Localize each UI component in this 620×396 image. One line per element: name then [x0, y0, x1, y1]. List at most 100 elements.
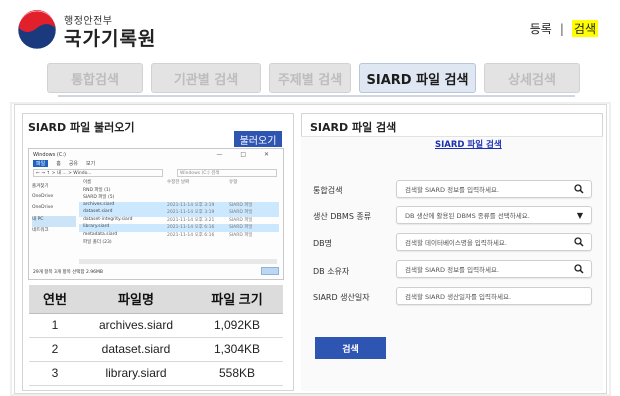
nav-item: 네트워크 — [32, 228, 49, 233]
row-type: SIARD 파일 — [229, 210, 253, 215]
search-icon[interactable] — [574, 264, 584, 274]
cell-no: 2 — [29, 337, 81, 362]
row-date: 2021-11-14 오후 6:16 — [167, 232, 215, 238]
cell-no: 3 — [29, 361, 81, 386]
row-date: 2021-11-14 오후 3:21 — [167, 217, 215, 223]
col-name: 이름 — [83, 180, 92, 185]
siard-search-link[interactable]: SIARD 파일 검색 — [435, 138, 502, 150]
row-date: 2021-11-14 오후 6:16 — [167, 225, 215, 230]
ribbon-home: 홈 — [56, 161, 61, 167]
field-label-dbms: 생산 DBMS 종류 — [313, 212, 372, 221]
explorer-row: metadata.siard 2021-11-14 오후 6:16 SIARD 파일 — [79, 232, 279, 240]
explorer-search-box: Windows (C:) 검색 — [177, 169, 277, 177]
row-type: SIARD 파일 — [229, 225, 253, 230]
field-label-dbname: DB명 — [313, 239, 333, 248]
explorer-row: dataset-integrity.siard 2021-11-14 오후 3:2… — [79, 217, 279, 225]
tab-siard-search[interactable]: SIARD 파일 검색 — [359, 63, 476, 93]
file-explorer-screenshot: Windows (C:) — □ ✕ 파일 홈 공유 보기 ← → ↑ > 내 … — [28, 148, 284, 280]
search-button[interactable]: 검색 — [315, 337, 386, 359]
row-type: SIARD 파일 — [229, 217, 253, 223]
row-name: archives.siard — [83, 201, 115, 207]
field-label-date: SIARD 생산일자 — [313, 293, 370, 302]
explorer-row: archives.siard 2021-11-14 오후 3:19 SIARD 파일 — [79, 201, 279, 209]
ribbon-file: 파일 — [33, 160, 49, 167]
tab-agency-search[interactable]: 기관별 검색 — [151, 63, 261, 93]
cell-filename: archives.siard — [81, 313, 191, 338]
row-name: dataset.siard — [83, 209, 113, 214]
explorer-row: SIARD 파일 (5) — [79, 194, 279, 202]
cell-filesize: 558KB — [191, 361, 283, 386]
tab-detailed-search[interactable]: 상세검색 — [484, 63, 580, 93]
db-owner-input[interactable]: 검색할 SIARD 정보를 입력하세요. — [396, 260, 592, 278]
register-link[interactable]: 등록 — [530, 20, 552, 37]
db-name-placeholder: 검색할 데이터베이스명을 입력하세요. — [405, 239, 507, 247]
header-filename: 파일명 — [81, 285, 191, 314]
row-name: SIARD 파일 (5) — [83, 195, 115, 200]
load-button[interactable]: 불러오기 — [234, 131, 282, 147]
row-name: dataset-integrity.siard — [83, 216, 133, 222]
row-name: 파일 폴더 (23) — [83, 240, 112, 245]
header-no: 연번 — [29, 285, 81, 314]
top-links-separator: | — [559, 21, 564, 36]
explorer-row: dataset.siard 2021-11-14 오후 3:19 SIARD 파일 — [79, 209, 279, 217]
search-tabs: 통합검색 기관별 검색 주제별 검색 SIARD 파일 검색 상세검색 — [47, 63, 588, 93]
explorer-address-bar: ← → ↑ > 내 ... > Windo... — [33, 169, 163, 177]
org-archive-title[interactable]: 국가기록원 — [64, 24, 156, 51]
row-type: SIARD 파일 — [229, 232, 253, 238]
header-filesize: 파일 크기 — [191, 285, 283, 314]
siard-search-title: SIARD 파일 검색 — [310, 121, 397, 134]
explorer-status-bar: 29개 항목 3개 항목 선택함 2.96MB — [33, 270, 103, 275]
field-label-integrated: 통합검색 — [313, 186, 343, 195]
nav-item: OneDrive — [32, 194, 54, 199]
siard-load-title: SIARD 파일 불러오기 — [28, 121, 135, 134]
search-icon[interactable] — [574, 184, 584, 194]
cell-filesize: 1,092KB — [191, 313, 283, 338]
row-type: SIARD 파일 — [229, 202, 253, 208]
cell-filename: dataset.siard — [81, 337, 191, 362]
explorer-window-buttons: — □ ✕ — [216, 151, 277, 158]
cell-filename: library.siard — [81, 361, 191, 386]
nav-item: 즐겨찾기 — [32, 184, 49, 189]
siard-date-placeholder: 검색할 SIARD 생산일자를 입력하세요. — [405, 293, 512, 301]
explorer-scrollbar — [79, 259, 277, 264]
explorer-ribbon: 파일 홈 공유 보기 — [33, 160, 103, 167]
row-name: library.siard — [83, 224, 110, 229]
nav-item: 내 PC — [32, 216, 76, 227]
explorer-header-row: 이름 수정한 날짜 유형 — [79, 179, 279, 187]
explorer-view-buttons — [261, 267, 279, 275]
col-type: 유형 — [229, 180, 238, 185]
search-link[interactable]: 검색 — [571, 20, 598, 37]
integrated-search-placeholder: 검색할 SIARD 정보를 입력하세요. — [405, 186, 500, 194]
dbms-type-placeholder: DB 생산에 활용된 DBMS 종류를 선택하세요. — [405, 212, 530, 220]
db-name-input[interactable]: 검색할 데이터베이스명을 입력하세요. — [396, 233, 592, 251]
table-row[interactable]: 1 archives.siard 1,092KB — [29, 313, 283, 338]
chevron-down-icon[interactable]: ▼ — [577, 211, 583, 220]
field-label-owner: DB 소유자 — [313, 267, 350, 276]
logo-icon — [17, 10, 57, 50]
row-name: metadata.siard — [83, 231, 118, 237]
file-table: 연번 파일명 파일 크기 1 archives.siard 1,092KB 2 … — [29, 285, 283, 386]
tab-integrated-search[interactable]: 통합검색 — [47, 63, 143, 93]
row-date: 2021-11-14 오후 3:19 — [167, 202, 215, 208]
explorer-row: library.siard 2021-11-14 오후 6:16 SIARD 파일 — [79, 224, 279, 232]
explorer-row: 파일 폴더 (23) — [79, 239, 279, 247]
cell-no: 1 — [29, 313, 81, 338]
siard-date-input[interactable]: 검색할 SIARD 생산일자를 입력하세요. — [396, 287, 592, 305]
table-row[interactable]: 2 dataset.siard 1,304KB — [29, 337, 283, 362]
dbms-type-select[interactable]: DB 생산에 활용된 DBMS 종류를 선택하세요. ▼ — [396, 206, 592, 224]
ribbon-share: 공유 — [68, 161, 79, 167]
table-header-row: 연번 파일명 파일 크기 — [29, 285, 283, 314]
explorer-file-list: 이름 수정한 날짜 유형 RND 파일 (1) SIARD 파일 (5) arc… — [79, 179, 279, 247]
col-date: 수정한 날짜 — [167, 180, 190, 185]
cell-filesize: 1,304KB — [191, 337, 283, 362]
tab-underline — [58, 95, 575, 97]
search-icon[interactable] — [574, 237, 584, 247]
db-owner-placeholder: 검색할 SIARD 정보를 입력하세요. — [405, 266, 500, 274]
integrated-search-input[interactable]: 검색할 SIARD 정보를 입력하세요. — [396, 180, 592, 198]
explorer-nav-pane: 즐겨찾기 OneDrive OneDrive 내 PC 네트워크 — [32, 183, 76, 238]
explorer-row: RND 파일 (1) — [79, 187, 279, 195]
row-name: RND 파일 (1) — [83, 187, 111, 193]
tab-topic-search[interactable]: 주제별 검색 — [269, 63, 351, 93]
nav-item: OneDrive — [32, 205, 54, 210]
table-row[interactable]: 3 library.siard 558KB — [29, 361, 283, 386]
